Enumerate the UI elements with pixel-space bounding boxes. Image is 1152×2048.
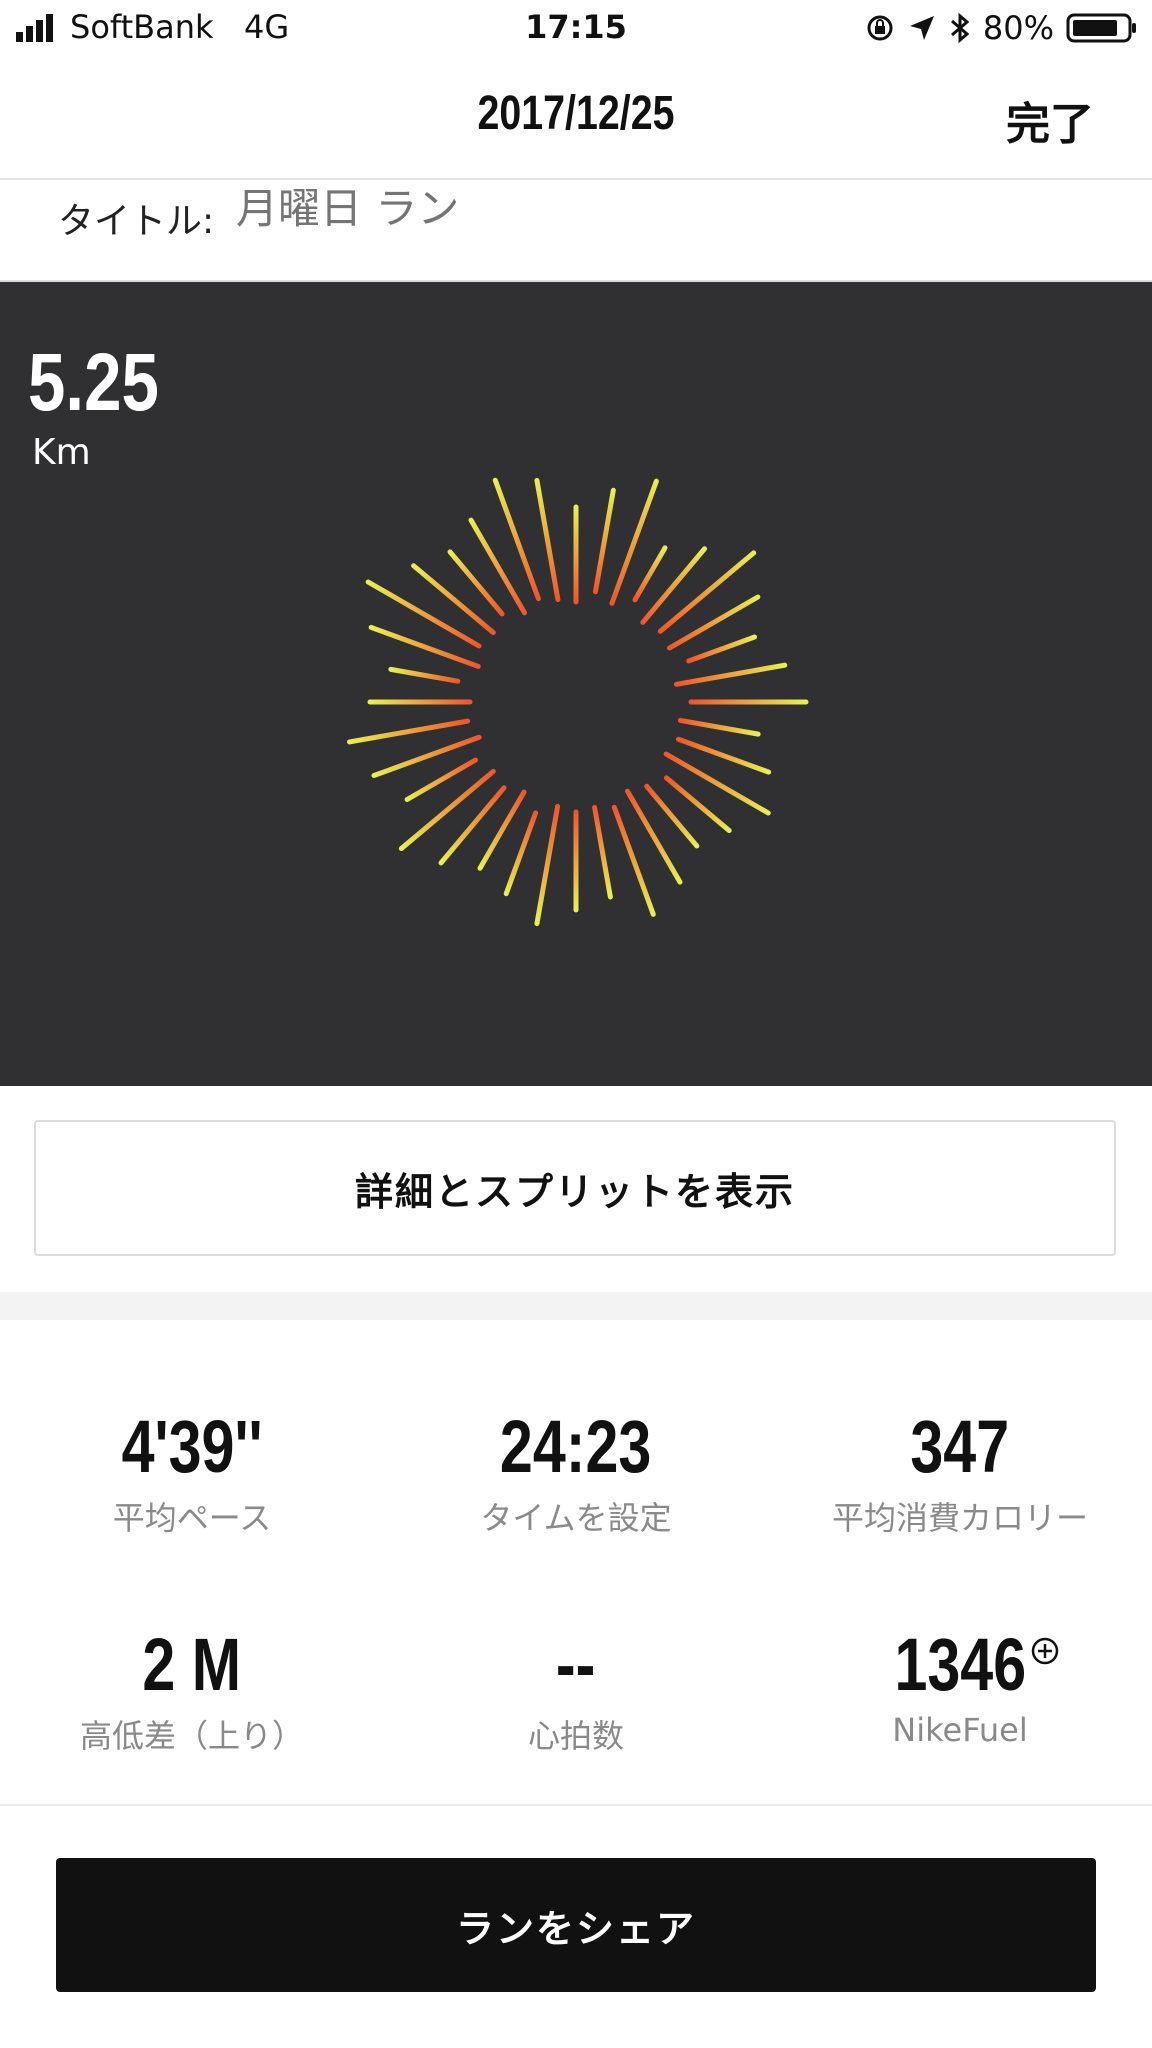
run-burst-graphic	[346, 477, 809, 927]
share-run-button[interactable]: ランをシェア	[56, 1858, 1096, 1992]
burst-ray	[534, 803, 561, 927]
stat-value: --	[556, 1623, 596, 1706]
lock-rotation-icon	[867, 15, 893, 41]
stat-heart-rate: -- 心拍数	[384, 1622, 768, 1757]
location-arrow-icon	[909, 16, 934, 40]
section-divider	[0, 1292, 1152, 1320]
distance-unit: Km	[32, 432, 91, 473]
burst-ray	[438, 785, 507, 866]
stat-elevation: 2 M 高低差（上り）	[0, 1622, 384, 1757]
burst-ray	[663, 751, 771, 816]
done-button[interactable]: 完了	[1006, 88, 1094, 152]
burst-ray	[398, 768, 496, 852]
title-input[interactable]	[236, 184, 936, 233]
fuel-plus-icon	[1032, 1637, 1059, 1665]
burst-ray	[592, 487, 616, 595]
stat-label: 心拍数	[527, 1717, 624, 1755]
stats-divider	[0, 1804, 1152, 1806]
stat-label: 平均ペース	[112, 1499, 272, 1537]
stat-value: 1346	[894, 1623, 1026, 1706]
nav-header: 2017/12/25 完了	[0, 60, 1152, 180]
stat-label: 平均消費カロリー	[831, 1499, 1088, 1537]
details-splits-button[interactable]: 詳細とスプリットを表示	[34, 1120, 1116, 1256]
stat-time: 24:23 タイムを設定	[384, 1404, 768, 1539]
burst-ray	[632, 545, 668, 603]
status-bar: SoftBank 4G 17:15 80%	[0, 0, 1152, 60]
burst-ray	[640, 546, 708, 625]
burst-ray	[609, 478, 659, 606]
burst-ray	[673, 662, 788, 687]
stat-nikefuel: 1346 NikeFuel	[768, 1622, 1152, 1749]
burst-ray	[686, 634, 758, 664]
burst-ray	[411, 563, 496, 636]
battery-percent: 80%	[982, 9, 1054, 47]
page-title: 2017/12/25	[477, 87, 675, 140]
burst-ray	[657, 550, 757, 634]
burst-ray	[368, 624, 481, 669]
burst-ray	[492, 477, 541, 602]
stat-value: 347	[910, 1405, 1010, 1488]
stat-label: NikeFuel	[892, 1711, 1028, 1749]
burst-ray	[534, 477, 561, 603]
distance-value: 5.25	[28, 337, 159, 428]
battery-icon	[1066, 13, 1136, 43]
title-label: タイトル:	[58, 201, 215, 242]
burst-ray	[677, 717, 761, 737]
status-right-group: 80%	[865, 8, 1138, 48]
burst-ray	[592, 804, 613, 900]
stat-label: 高低差（上り）	[79, 1717, 304, 1755]
burst-ray	[346, 718, 471, 745]
stat-value: 2 M	[142, 1623, 242, 1706]
burst-ray	[503, 810, 539, 897]
burst-ray	[365, 579, 482, 649]
stat-label: タイムを設定	[480, 1499, 672, 1537]
bluetooth-icon	[950, 12, 970, 44]
burst-ray	[388, 666, 461, 684]
title-row: タイトル:	[0, 180, 1152, 282]
run-summary-panel: 5.25 Km	[0, 282, 1152, 1086]
stat-avg-pace: 4'39'' 平均ペース	[0, 1404, 384, 1539]
stat-value: 4'39''	[121, 1405, 263, 1488]
stat-calories: 347 平均消費カロリー	[768, 1404, 1152, 1539]
stat-value: 24:23	[500, 1405, 652, 1488]
